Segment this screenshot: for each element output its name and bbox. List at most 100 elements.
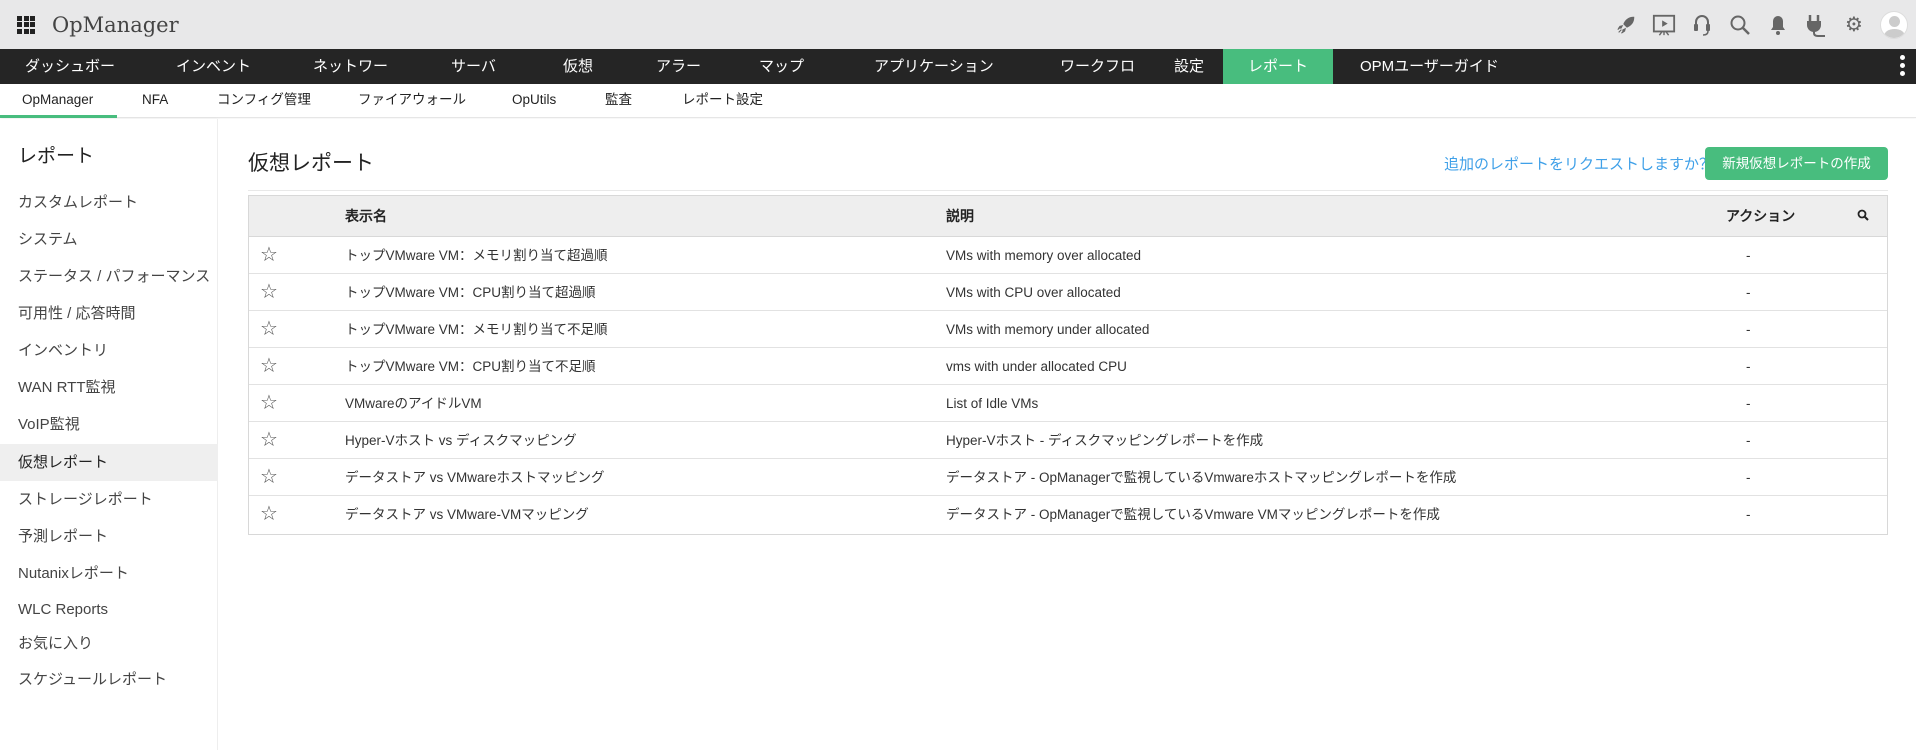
star-favorite-icon[interactable]: ☆ xyxy=(260,237,278,274)
table-row: ☆ トップVMware VM：CPU割り当て超過順 VMs with CPU o… xyxy=(249,274,1887,311)
table-header: 表示名 説明 アクション xyxy=(249,196,1887,237)
nav-applications[interactable]: アプリケーション xyxy=(822,49,1008,84)
table-row: ☆ データストア vs VMwareホストマッピング データストア - OpMa… xyxy=(249,459,1887,496)
create-virtual-report-button[interactable]: 新規仮想レポートの作成 xyxy=(1705,147,1888,180)
sidebar-item-nutanix[interactable]: Nutanixレポート xyxy=(0,555,218,592)
report-description: VMs with CPU over allocated xyxy=(946,285,1121,300)
main-nav: ダッシュボード インベントリ ネットワーク サーバー 仮想化 アラート マップ … xyxy=(0,49,1916,110)
sidebar-item-status-performance[interactable]: ステータス / パフォーマンス xyxy=(0,258,218,295)
table-row: ☆ データストア vs VMware-VMマッピング データストア - OpMa… xyxy=(249,496,1887,534)
sidebar-item-scheduled[interactable]: スケジュールレポート xyxy=(0,661,218,698)
star-favorite-icon[interactable]: ☆ xyxy=(260,459,278,496)
gear-icon[interactable]: ⚙ xyxy=(1842,13,1866,37)
headset-icon[interactable] xyxy=(1690,13,1714,37)
sidebar-heading: レポート xyxy=(18,146,95,167)
report-description: データストア - OpManagerで監視しているVmware VMマッピングレ… xyxy=(946,507,1440,522)
report-name-link[interactable]: データストア vs VMwareホストマッピング xyxy=(345,459,605,496)
main-content: 仮想レポート 追加のレポートをリクエストしますか？ 新規仮想レポートの作成 表示… xyxy=(218,119,1916,750)
subnav-opmanager[interactable]: OpManager xyxy=(22,84,93,118)
active-subnav-underline xyxy=(0,115,117,118)
nav-reports[interactable]: レポート xyxy=(1223,49,1333,84)
subnav-firewall[interactable]: ファイアウォール xyxy=(358,84,466,118)
bell-icon[interactable] xyxy=(1766,13,1790,37)
subnav-oputils[interactable]: OpUtils xyxy=(512,84,556,118)
nav-settings[interactable]: 設定 xyxy=(1142,49,1223,84)
nav-inventory[interactable]: インベントリ xyxy=(123,49,261,110)
report-name-link[interactable]: トップVMware VM：メモリ割り当て不足順 xyxy=(345,311,608,348)
report-action: - xyxy=(1746,396,1751,411)
sidebar-item-system[interactable]: システム xyxy=(0,221,218,258)
table-row: ☆ トップVMware VM：CPU割り当て不足順 vms with under… xyxy=(249,348,1887,385)
nav-maps[interactable]: マップ xyxy=(707,49,822,84)
report-action: - xyxy=(1746,470,1751,485)
sidebar-item-inventory[interactable]: インベントリ xyxy=(0,332,218,369)
nav-user-guide[interactable]: OPMユーザーガイド xyxy=(1333,49,1533,84)
table-row: ☆ VMwareのアイドルVM List of Idle VMs - xyxy=(249,385,1887,422)
plug-icon[interactable] xyxy=(1804,13,1828,37)
app-title: OpManager xyxy=(52,12,179,37)
star-favorite-icon[interactable]: ☆ xyxy=(260,274,278,311)
report-action: - xyxy=(1746,359,1751,374)
report-action: - xyxy=(1746,285,1751,300)
star-favorite-icon[interactable]: ☆ xyxy=(260,422,278,459)
subnav-config[interactable]: コンフィグ管理 xyxy=(217,84,311,118)
divider xyxy=(248,190,1888,191)
rocket-icon[interactable] xyxy=(1614,13,1638,37)
sub-nav: OpManager NFA コンフィグ管理 ファイアウォール OpUtils 監… xyxy=(0,84,1916,118)
table-row: ☆ トップVMware VM：メモリ割り当て超過順 VMs with memor… xyxy=(249,237,1887,274)
table-search-icon[interactable] xyxy=(1857,209,1869,221)
reports-table: 表示名 説明 アクション ☆ トップVMware VM：メモリ割り当て超過順 V… xyxy=(248,195,1888,535)
report-description: Hyper-Vホスト - ディスクマッピングレポートを作成 xyxy=(946,433,1264,448)
nav-server[interactable]: サーバー xyxy=(399,49,506,110)
more-vertical-icon[interactable] xyxy=(1900,55,1906,76)
report-name-link[interactable]: トップVMware VM：メモリ割り当て超過順 xyxy=(345,237,608,274)
nav-virtualization[interactable]: 仮想化 xyxy=(506,49,604,110)
avatar[interactable] xyxy=(1880,10,1908,39)
subnav-report-settings[interactable]: レポート設定 xyxy=(682,84,763,118)
report-action: - xyxy=(1746,322,1751,337)
header-action: アクション xyxy=(1726,208,1796,224)
sidebar-item-custom[interactable]: カスタムレポート xyxy=(0,184,218,221)
sidebar-item-favorites[interactable]: お気に入り xyxy=(0,625,218,662)
sidebar-item-wlc[interactable]: WLC Reports xyxy=(0,591,218,628)
report-description: VMs with memory over allocated xyxy=(946,248,1142,263)
report-description: データストア - OpManagerで監視しているVmwareホストマッピングレ… xyxy=(946,470,1457,485)
sidebar: レポート カスタムレポート システム ステータス / パフォーマンス 可用性 /… xyxy=(0,119,218,750)
report-description: List of Idle VMs xyxy=(946,396,1039,411)
nav-network[interactable]: ネットワーク xyxy=(261,49,399,110)
star-favorite-icon[interactable]: ☆ xyxy=(260,311,278,348)
report-description: VMs with memory under allocated xyxy=(946,322,1150,337)
star-favorite-icon[interactable]: ☆ xyxy=(260,496,278,533)
star-favorite-icon[interactable]: ☆ xyxy=(260,385,278,422)
page-title: 仮想レポート xyxy=(248,152,374,175)
report-action: - xyxy=(1746,507,1751,522)
sidebar-item-wan-rtt[interactable]: WAN RTT監視 xyxy=(0,369,218,406)
app-grid-icon[interactable] xyxy=(17,15,35,34)
request-report-link[interactable]: 追加のレポートをリクエストしますか？ xyxy=(1444,153,1714,174)
report-action: - xyxy=(1746,248,1751,263)
sidebar-item-availability[interactable]: 可用性 / 応答時間 xyxy=(0,295,218,332)
star-favorite-icon[interactable]: ☆ xyxy=(260,348,278,385)
table-row: ☆ Hyper-Vホスト vs ディスクマッピング Hyper-Vホスト - デ… xyxy=(249,422,1887,459)
sidebar-item-storage[interactable]: ストレージレポート xyxy=(0,481,218,518)
report-name-link[interactable]: Hyper-Vホスト vs ディスクマッピング xyxy=(345,422,577,459)
nav-alarms[interactable]: アラート xyxy=(604,49,707,110)
sidebar-item-forecast[interactable]: 予測レポート xyxy=(0,518,218,555)
subnav-audit[interactable]: 監査 xyxy=(605,84,632,118)
presentation-icon[interactable] xyxy=(1652,13,1676,37)
sidebar-item-voip[interactable]: VoIP監視 xyxy=(0,406,218,443)
report-name-link[interactable]: VMwareのアイドルVM xyxy=(345,385,482,422)
table-row: ☆ トップVMware VM：メモリ割り当て不足順 VMs with memor… xyxy=(249,311,1887,348)
search-icon[interactable] xyxy=(1728,13,1752,37)
report-name-link[interactable]: トップVMware VM：CPU割り当て超過順 xyxy=(345,274,596,311)
report-name-link[interactable]: データストア vs VMware-VMマッピング xyxy=(345,496,589,533)
nav-workflow[interactable]: ワークフロー xyxy=(1008,49,1142,110)
subnav-nfa[interactable]: NFA xyxy=(142,84,168,118)
report-action: - xyxy=(1746,433,1751,448)
report-name-link[interactable]: トップVMware VM：CPU割り当て不足順 xyxy=(345,348,596,385)
sidebar-item-virtual[interactable]: 仮想レポート xyxy=(0,444,218,481)
nav-dashboard[interactable]: ダッシュボード xyxy=(0,49,123,110)
top-bar: OpManager ⚙ xyxy=(0,0,1916,49)
header-description[interactable]: 説明 xyxy=(946,196,974,237)
header-name[interactable]: 表示名 xyxy=(345,196,387,237)
